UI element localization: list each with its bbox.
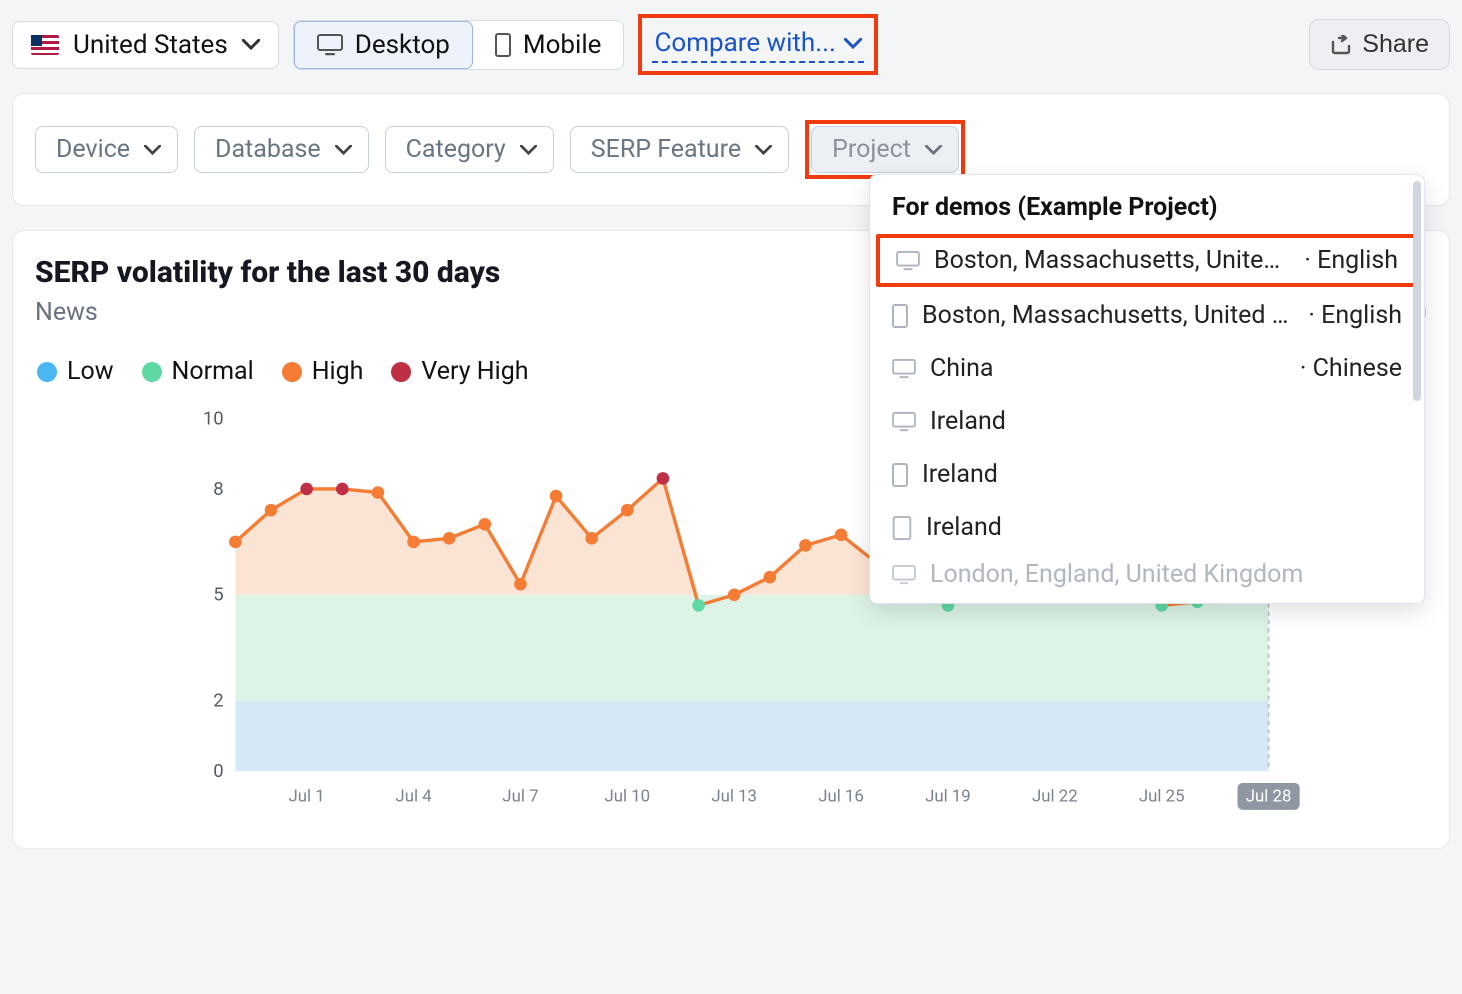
desktop-icon	[892, 565, 916, 585]
chevron-down-icon	[242, 39, 260, 50]
project-item-location: China	[930, 354, 1286, 383]
svg-text:Jul 25: Jul 25	[1139, 786, 1185, 806]
dot-icon	[37, 362, 57, 382]
project-dropdown-header: For demos (Example Project)	[870, 175, 1424, 232]
project-dropdown-item[interactable]: China · Chinese	[870, 342, 1424, 395]
desktop-icon	[896, 251, 920, 271]
desktop-icon	[892, 359, 916, 379]
filter-device[interactable]: Device	[35, 126, 178, 173]
svg-text:Jul 16: Jul 16	[818, 786, 864, 806]
country-label: United States	[73, 30, 228, 60]
project-item-language: · Chinese	[1300, 354, 1402, 383]
compare-highlight-box: Compare with...	[638, 14, 877, 75]
svg-text:Jul 10: Jul 10	[604, 786, 650, 806]
legend-very-high[interactable]: Very High	[391, 357, 528, 386]
svg-text:Jul 19: Jul 19	[925, 786, 971, 806]
svg-text:Jul 28: Jul 28	[1246, 786, 1292, 806]
desktop-icon	[317, 34, 343, 56]
project-item-location: Boston, Massachusetts, United S…	[922, 301, 1294, 330]
chevron-down-icon	[335, 145, 352, 155]
filter-project[interactable]: Project	[811, 126, 959, 173]
project-item-location: Ireland	[930, 407, 1402, 436]
chart-subtitle: News	[35, 298, 500, 327]
chevron-down-icon	[520, 145, 537, 155]
svg-text:Jul 13: Jul 13	[711, 786, 757, 806]
project-item-highlight-box: Boston, Massachusetts, United S… · Engli…	[876, 234, 1418, 287]
dot-icon	[391, 362, 411, 382]
svg-text:5: 5	[213, 584, 223, 606]
filters-bar: Device Database Category SERP Feature Pr…	[12, 93, 1450, 206]
tablet-icon	[892, 516, 912, 540]
svg-text:0: 0	[213, 760, 223, 782]
project-dropdown-item[interactable]: Ireland	[870, 448, 1424, 501]
project-highlight-box: Project	[805, 120, 965, 179]
mobile-icon	[892, 463, 908, 487]
project-dropdown-cutoff-item[interactable]: London, England, United Kingdom	[870, 554, 1424, 603]
share-icon	[1330, 35, 1352, 55]
compare-with-link[interactable]: Compare with...	[652, 22, 863, 63]
project-item-location: Boston, Massachusetts, United S…	[934, 246, 1290, 275]
svg-text:2: 2	[213, 690, 223, 712]
chevron-down-icon	[144, 145, 161, 155]
device-desktop-label: Desktop	[355, 30, 450, 60]
svg-text:10: 10	[203, 410, 224, 429]
device-toggle: Desktop Mobile	[293, 20, 625, 70]
legend-high[interactable]: High	[282, 357, 364, 386]
share-label: Share	[1362, 30, 1429, 59]
mobile-icon	[892, 304, 908, 328]
project-dropdown-item[interactable]: Ireland	[870, 395, 1424, 448]
project-item-language: · English	[1308, 301, 1402, 330]
project-dropdown-item[interactable]: Boston, Massachusetts, United S… · Engli…	[870, 289, 1424, 342]
chevron-down-icon	[755, 145, 772, 155]
project-item-location: Ireland	[926, 513, 1402, 542]
project-item-language: · English	[1304, 246, 1398, 275]
dot-icon	[282, 362, 302, 382]
desktop-icon	[892, 412, 916, 432]
filter-database[interactable]: Database	[194, 126, 369, 173]
compare-label: Compare with...	[654, 28, 835, 58]
project-dropdown-panel: For demos (Example Project) Boston, Mass…	[869, 174, 1425, 604]
project-dropdown-item[interactable]: Boston, Massachusetts, United S… · Engli…	[880, 238, 1414, 283]
mobile-icon	[495, 33, 511, 57]
device-desktop-tab[interactable]: Desktop	[294, 21, 473, 69]
share-button[interactable]: Share	[1309, 19, 1450, 70]
svg-text:Jul 22: Jul 22	[1032, 786, 1078, 806]
filter-serp-feature[interactable]: SERP Feature	[570, 126, 789, 173]
chevron-down-icon	[925, 145, 942, 155]
svg-text:8: 8	[213, 478, 223, 500]
dot-icon	[142, 362, 162, 382]
svg-text:Jul 1: Jul 1	[289, 786, 325, 806]
legend-low[interactable]: Low	[37, 357, 114, 386]
device-mobile-label: Mobile	[523, 30, 602, 60]
us-flag-icon	[31, 35, 59, 55]
country-select[interactable]: United States	[12, 21, 279, 69]
project-dropdown-item[interactable]: Ireland	[870, 501, 1424, 554]
svg-text:Jul 7: Jul 7	[502, 786, 538, 806]
project-item-location: Ireland	[922, 460, 1402, 489]
chart-title: SERP volatility for the last 30 days	[35, 255, 500, 290]
svg-text:Jul 4: Jul 4	[395, 786, 432, 806]
chevron-down-icon	[844, 38, 862, 49]
filter-category[interactable]: Category	[385, 126, 554, 173]
legend-normal[interactable]: Normal	[142, 357, 254, 386]
device-mobile-tab[interactable]: Mobile	[473, 21, 624, 69]
